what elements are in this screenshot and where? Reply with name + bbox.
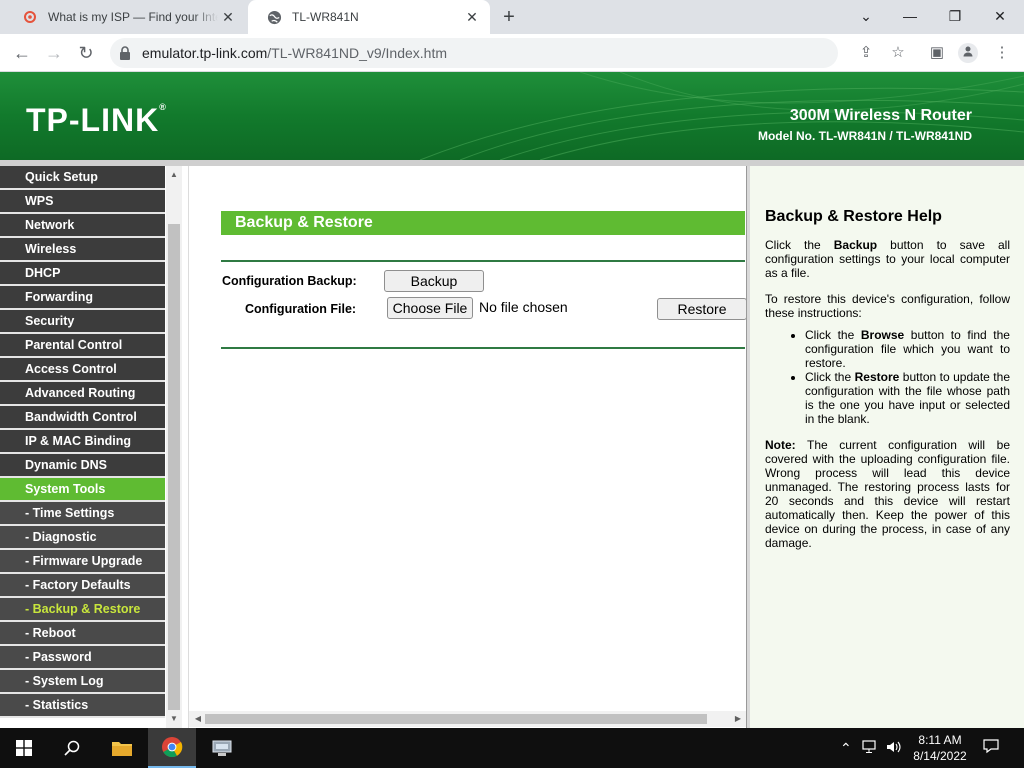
chevron-down-icon[interactable]: ⌄ bbox=[852, 4, 880, 28]
isp-site-icon bbox=[22, 9, 38, 25]
bottom-divider bbox=[221, 347, 745, 349]
menu-item[interactable]: IP & MAC Binding bbox=[0, 430, 165, 454]
scroll-up-icon[interactable]: ▲ bbox=[166, 168, 182, 182]
menu-scrollbar[interactable]: ▲ ▼ bbox=[166, 166, 182, 728]
menu-item[interactable]: Quick Setup bbox=[0, 166, 165, 190]
menu-item[interactable]: DHCP bbox=[0, 262, 165, 286]
menu-item[interactable]: Forwarding bbox=[0, 286, 165, 310]
address-bar[interactable]: emulator.tp-link.com/TL-WR841ND_v9/Index… bbox=[110, 38, 838, 68]
close-window-icon[interactable]: ✕ bbox=[986, 4, 1014, 28]
menu-item[interactable]: - Password bbox=[0, 646, 165, 670]
menu-list: Quick Setup WPS Network Wireless DHCP Forward… bbox=[0, 166, 165, 718]
main-frame: Backup & Restore Configuration Backup: B… bbox=[188, 166, 747, 728]
url-path: /TL-WR841ND_v9/Index.htm bbox=[267, 45, 448, 61]
browser-tab-strip: What is my ISP — Find your Internet ✕ TL… bbox=[0, 0, 1024, 34]
system-clock[interactable]: 8:11 AM 8/14/2022 bbox=[900, 732, 980, 764]
profile-avatar-icon[interactable] bbox=[958, 43, 978, 63]
clock-date: 8/14/2022 bbox=[913, 749, 967, 763]
main-scroll-thumb[interactable] bbox=[205, 714, 707, 724]
page-title: Backup & Restore bbox=[221, 211, 745, 235]
top-divider bbox=[221, 260, 745, 262]
windows-taskbar: ⌃ 8:11 AM 8/14/2022 bbox=[0, 728, 1024, 768]
config-file-label: Configuration File: bbox=[245, 302, 357, 316]
browser-toolbar: ← → ↻ emulator.tp-link.com/TL-WR841ND_v9… bbox=[0, 34, 1024, 72]
menu-item[interactable]: Security bbox=[0, 310, 165, 334]
menu-item[interactable]: System Tools bbox=[0, 478, 165, 502]
restore-window-icon[interactable]: ❐ bbox=[941, 4, 969, 28]
file-status-text: No file chosen bbox=[479, 299, 568, 315]
reload-icon[interactable]: ↻ bbox=[74, 41, 98, 65]
menu-item[interactable]: Access Control bbox=[0, 358, 165, 382]
model-number: Model No. TL-WR841N / TL-WR841ND bbox=[757, 129, 972, 143]
menu-item[interactable]: - Firmware Upgrade bbox=[0, 550, 165, 574]
menu-item[interactable]: - Factory Defaults bbox=[0, 574, 165, 598]
help-paragraph-restore: To restore this device's configuration, … bbox=[765, 292, 1010, 320]
search-icon[interactable] bbox=[48, 728, 96, 768]
scroll-left-icon[interactable]: ◀ bbox=[191, 711, 205, 727]
tab-title: TL-WR841N bbox=[292, 10, 359, 24]
product-info: 300M Wireless N Router Model No. TL-WR84… bbox=[758, 107, 972, 143]
forward-icon[interactable]: → bbox=[42, 41, 66, 65]
close-tab-icon[interactable]: ✕ bbox=[464, 9, 480, 25]
menu-item[interactable]: Advanced Routing bbox=[0, 382, 165, 406]
minimize-icon[interactable]: — bbox=[896, 4, 924, 28]
clock-time: 8:11 AM bbox=[918, 733, 962, 747]
network-status-icon[interactable] bbox=[862, 740, 878, 757]
menu-item[interactable]: - Diagnostic bbox=[0, 526, 165, 550]
menu-item[interactable]: - Reboot bbox=[0, 622, 165, 646]
bookmark-star-icon[interactable]: ☆ bbox=[888, 43, 908, 63]
help-paragraph-backup: Click the Backup button to save all conf… bbox=[765, 238, 1010, 280]
share-icon[interactable]: ⇪ bbox=[856, 43, 876, 63]
help-title: Backup & Restore Help bbox=[765, 208, 942, 225]
chrome-taskbar-icon[interactable] bbox=[148, 728, 196, 768]
back-icon[interactable]: ← bbox=[10, 41, 34, 65]
menu-item[interactable]: WPS bbox=[0, 190, 165, 214]
menu-item[interactable]: - Time Settings bbox=[0, 502, 165, 526]
tab-whats-my-isp[interactable]: What is my ISP — Find your Internet ✕ bbox=[4, 0, 246, 34]
menu-item[interactable]: - Backup & Restore bbox=[0, 598, 165, 622]
restore-button[interactable]: Restore bbox=[657, 298, 747, 320]
help-note: Note: The current configuration will be … bbox=[765, 438, 1010, 550]
scroll-right-icon[interactable]: ▶ bbox=[731, 711, 745, 727]
choose-file-button[interactable]: Choose File bbox=[387, 297, 473, 319]
new-tab-icon[interactable]: + bbox=[498, 6, 520, 28]
scroll-down-icon[interactable]: ▼ bbox=[166, 712, 182, 726]
menu-item[interactable]: Bandwidth Control bbox=[0, 406, 165, 430]
help-instruction-restore: Click the Restore button to update the c… bbox=[805, 370, 1010, 426]
tp-link-logo: TP-LINK® bbox=[26, 102, 167, 138]
config-backup-label: Configuration Backup: bbox=[222, 274, 357, 288]
menu-item[interactable]: - Statistics bbox=[0, 694, 165, 718]
menu-item[interactable]: - System Log bbox=[0, 670, 165, 694]
menu-item[interactable]: Dynamic DNS bbox=[0, 454, 165, 478]
help-instruction-browse: Click the Browse button to find the conf… bbox=[805, 328, 1010, 370]
url-host: emulator.tp-link.com bbox=[142, 45, 268, 61]
windows-start-icon[interactable] bbox=[0, 728, 48, 768]
backup-button[interactable]: Backup bbox=[384, 270, 484, 292]
main-horizontal-scrollbar[interactable]: ◀ ▶ bbox=[189, 711, 747, 727]
lock-icon[interactable] bbox=[118, 45, 132, 61]
router-menu: Quick Setup WPS Network Wireless DHCP Forward… bbox=[0, 166, 182, 728]
tab-title: What is my ISP — Find your Internet bbox=[48, 10, 218, 24]
side-panel-icon[interactable]: ▣ bbox=[927, 43, 947, 63]
globe-icon bbox=[266, 9, 282, 25]
router-header: TP-LINK® 300M Wireless N Router Model No… bbox=[0, 72, 1024, 160]
network-app-icon[interactable] bbox=[198, 728, 246, 768]
more-menu-icon[interactable]: ⋮ bbox=[992, 43, 1012, 63]
menu-item[interactable]: Parental Control bbox=[0, 334, 165, 358]
chevron-up-icon[interactable]: ⌃ bbox=[840, 740, 852, 757]
tab-tl-wr841n[interactable]: TL-WR841N ✕ bbox=[248, 0, 490, 34]
menu-scroll-thumb[interactable] bbox=[168, 224, 180, 710]
url-text: emulator.tp-link.com/TL-WR841ND_v9/Index… bbox=[142, 45, 447, 61]
close-tab-icon[interactable]: ✕ bbox=[220, 9, 236, 25]
menu-item[interactable]: Wireless bbox=[0, 238, 165, 262]
file-explorer-icon[interactable] bbox=[98, 728, 146, 768]
notifications-icon[interactable] bbox=[983, 738, 999, 757]
help-panel: Backup & Restore Help Click the Backup b… bbox=[750, 166, 1024, 728]
help-instructions-list: Click the Browse button to find the conf… bbox=[805, 328, 1010, 426]
product-name: 300M Wireless N Router bbox=[789, 107, 972, 124]
menu-item[interactable]: Network bbox=[0, 214, 165, 238]
